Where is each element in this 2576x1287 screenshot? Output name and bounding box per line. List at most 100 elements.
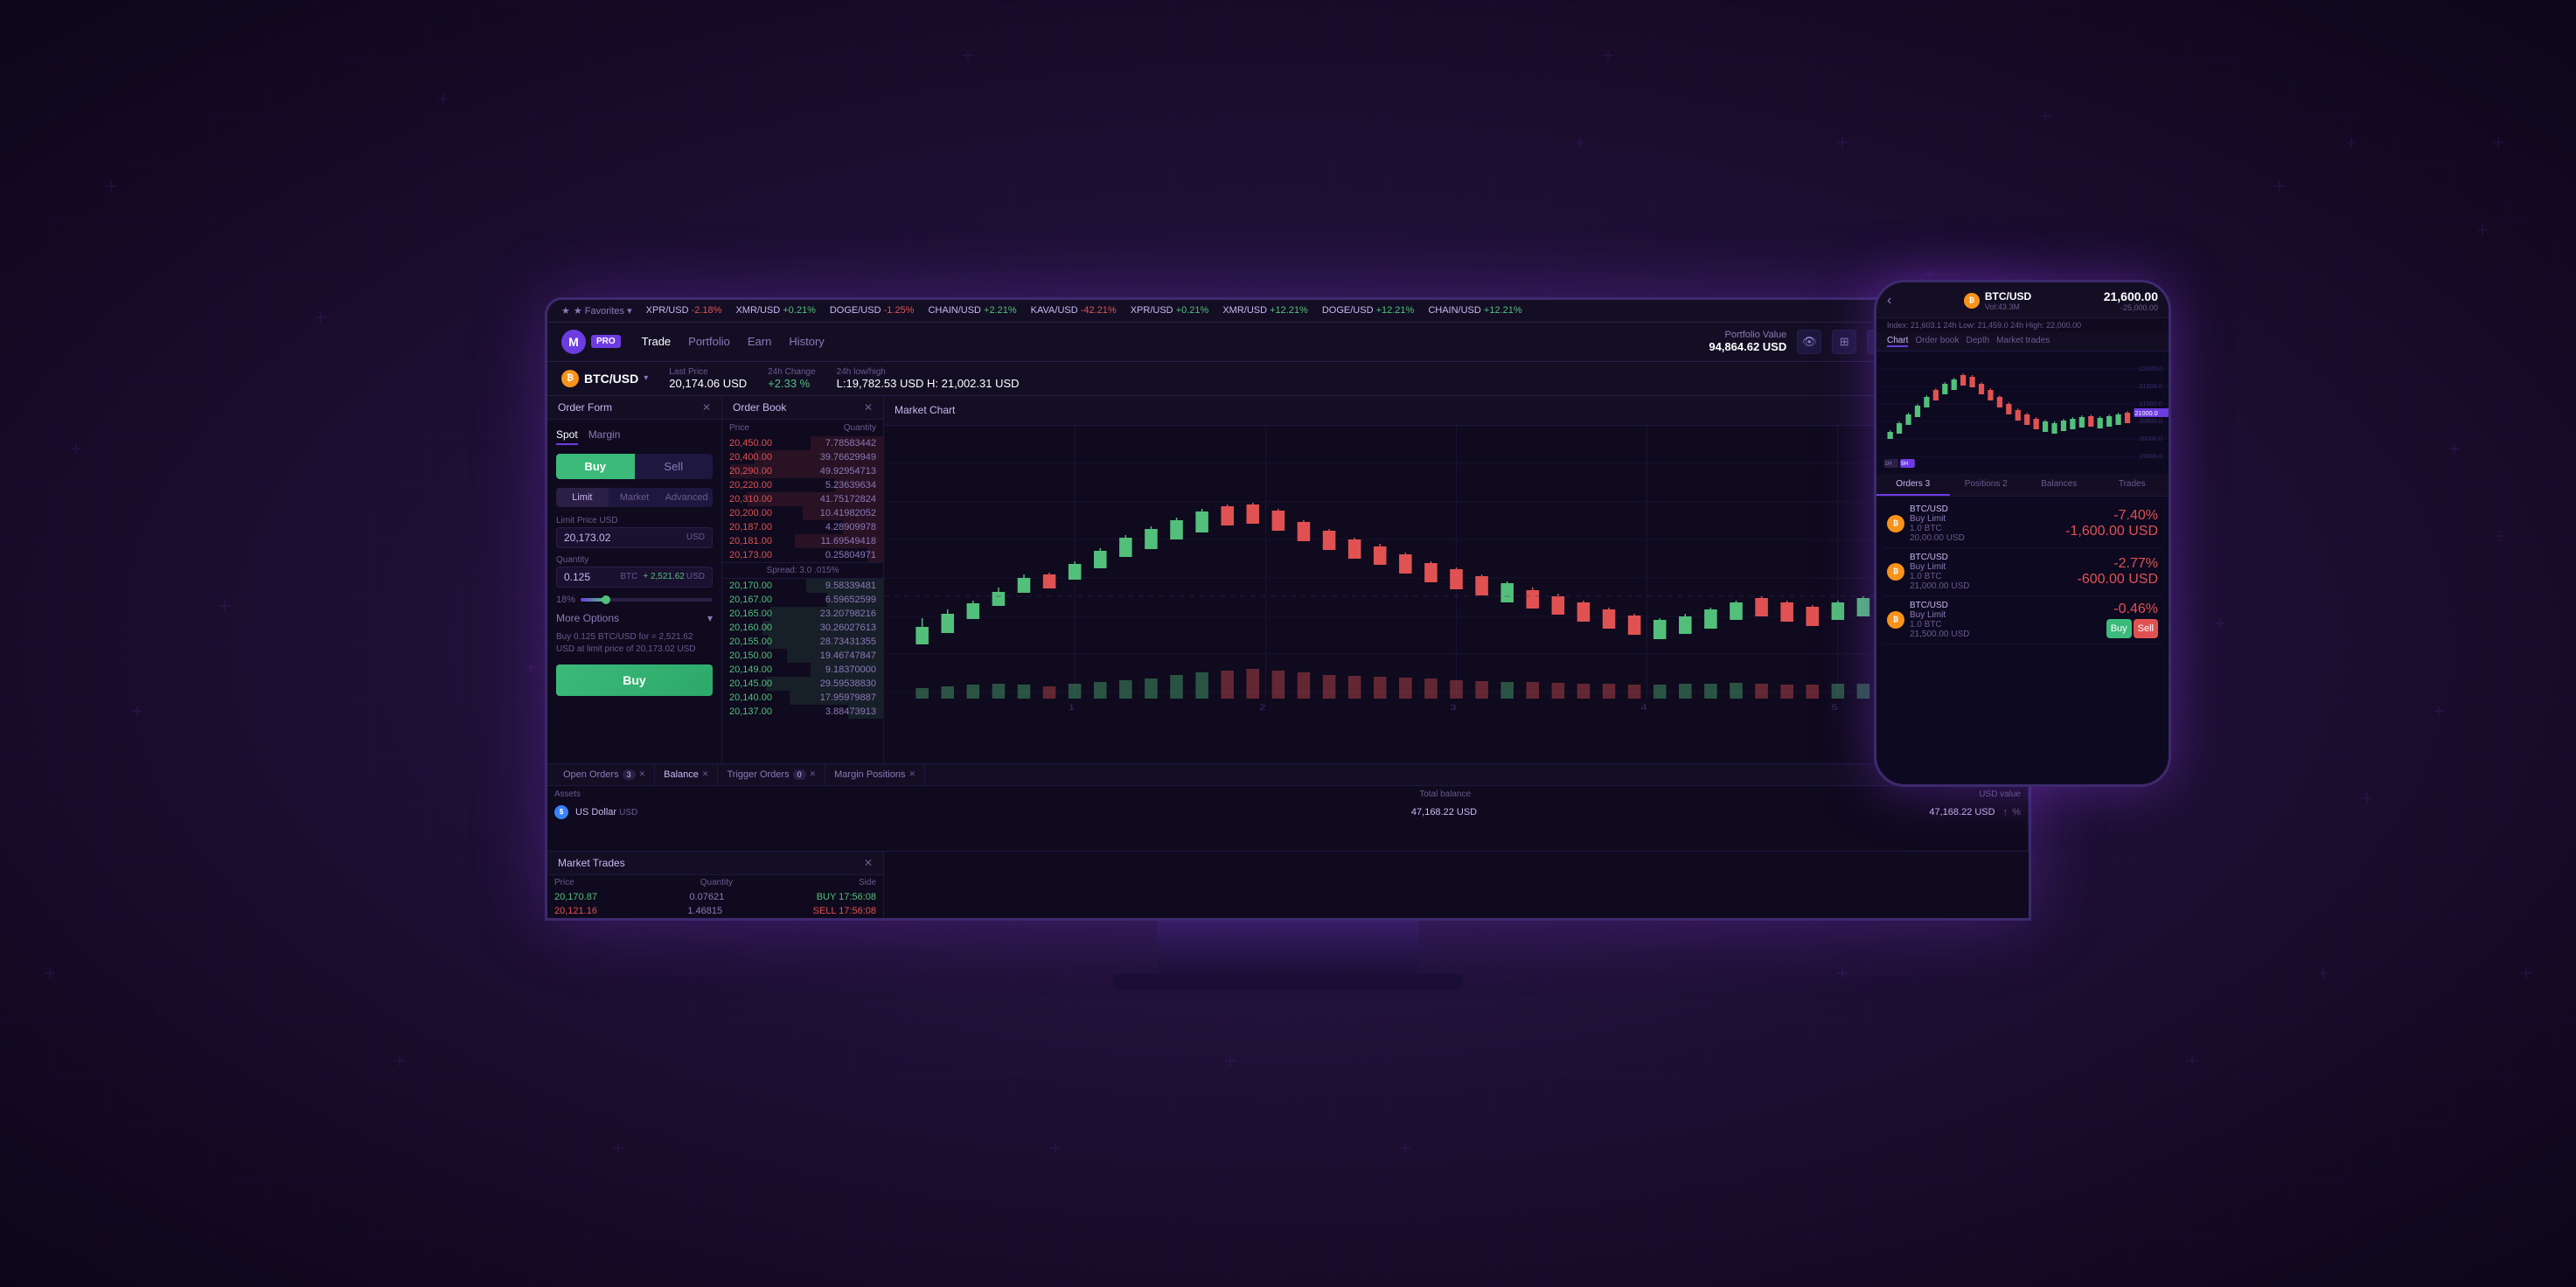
phone-tab-market-trades[interactable]: Market trades <box>1996 336 2050 347</box>
tab-advanced[interactable]: Advanced <box>660 488 713 507</box>
ticker-item-chain[interactable]: CHAIN/USD +2.21% <box>928 305 1016 316</box>
phone-tab-chart[interactable]: Chart <box>1887 336 1908 347</box>
phone-chart-area: 22000.0 21500.0 21000.0 20500.0 20000.0 … <box>1876 351 2169 474</box>
instrument-chevron-icon: ▾ <box>644 373 648 383</box>
monitor-base <box>1113 973 1463 991</box>
balance-up-arrow[interactable]: ↑ <box>2003 807 2009 817</box>
svg-text:20000.0: 20000.0 <box>2140 435 2162 442</box>
phone-order-price-1: -7.40% -1,600.00 USD <box>2065 508 2158 539</box>
bottom-panel-main: Open Orders 3 ✕ Balance ✕ Trigger Orders… <box>547 764 2029 851</box>
market-trades-headers: Price Quantity Side <box>554 875 876 890</box>
balance-percent-icon[interactable]: % <box>2012 807 2021 817</box>
svg-text:20500.0: 20500.0 <box>2140 418 2162 425</box>
buy-tab[interactable]: Buy <box>556 454 635 479</box>
open-orders-close-icon[interactable]: ✕ <box>639 769 646 779</box>
phone-order-coin-1: ₿ <box>1887 515 1904 532</box>
bid-row: 20,167.006.59652599 <box>722 593 883 607</box>
monitor-screen: ★ ★ Favorites ▾ XPR/USD -2.18% XMR/USD +… <box>547 300 2029 918</box>
bid-row: 20,155.0028.73431355 <box>722 635 883 649</box>
nav-history[interactable]: History <box>789 335 824 348</box>
balance-close-icon[interactable]: ✕ <box>702 769 709 779</box>
ask-row: 20,200.0010.41982052 <box>722 506 883 520</box>
phone-tab-orders[interactable]: Orders 3 <box>1876 474 1950 496</box>
market-chart-header: Market Chart ⊕ ✏ 🏷 Indicators ✕ <box>884 396 2029 426</box>
ticker-item-chain2[interactable]: CHAIN/USD +12.21% <box>1428 305 1521 316</box>
more-options-row[interactable]: More Options ▾ <box>556 612 713 624</box>
market-trades-close-icon[interactable]: ✕ <box>864 857 873 869</box>
tab-market[interactable]: Market <box>609 488 661 507</box>
order-book-close-icon[interactable]: ✕ <box>864 401 873 414</box>
ask-row: 20,310.0041.75172824 <box>722 492 883 506</box>
phone-buy-button[interactable]: Buy <box>2106 619 2132 638</box>
phone-instrument: ₿ BTC/USD Vol:43.3M <box>1964 290 2031 311</box>
chart-area: 23000.0 22500.0 22000.0 21500.0 21000.0 … <box>884 426 2029 732</box>
order-book-title: Order Book <box>733 401 786 414</box>
tab-open-orders[interactable]: Open Orders 3 ✕ <box>554 764 655 785</box>
phone-tab-balances[interactable]: Balances <box>2023 474 2096 496</box>
svg-text:1: 1 <box>1069 703 1075 712</box>
svg-text:4: 4 <box>1640 703 1647 712</box>
trigger-orders-close-icon[interactable]: ✕ <box>810 769 817 779</box>
phone-tab-depth[interactable]: Depth <box>1966 336 1989 347</box>
balance-column-headers: Assets Total balance USD value <box>554 786 2021 803</box>
grid-icon[interactable]: ⊞ <box>1832 330 1856 354</box>
phone-order-2: ₿ BTC/USD Buy Limit 1.0 BTC 21,000.00 US… <box>1883 548 2162 596</box>
bid-row: 20,170.009.58339481 <box>722 579 883 593</box>
phone-order-details-2: BTC/USD Buy Limit 1.0 BTC 21,000.00 USD <box>1910 553 2072 591</box>
eye-icon[interactable]: 👁 <box>1797 330 1821 354</box>
tab-margin[interactable]: Margin <box>588 428 621 445</box>
ticker-item-kava[interactable]: KAVA/USD -42.21% <box>1031 305 1117 316</box>
phone-order-details-3: BTC/USD Buy Limit 1.0 BTC 21,500.00 USD <box>1910 601 2101 639</box>
ticker-item-xpr[interactable]: XPR/USD -2.18% <box>646 305 722 316</box>
phone-order-coin-2: ₿ <box>1887 563 1904 581</box>
limit-price-field: Limit Price USD 20,173.02 USD <box>556 516 713 548</box>
nav-trade[interactable]: Trade <box>642 335 671 348</box>
price-info: Last Price 20,174.06 USD 24h Change +2.3… <box>669 367 1019 390</box>
phone-sell-button[interactable]: Sell <box>2134 619 2158 638</box>
ticker-item-xmr2[interactable]: XMR/USD +12.21% <box>1222 305 1308 316</box>
buy-sell-tabs: Buy Sell <box>556 454 713 479</box>
ask-row: 20,290.0049.92954713 <box>722 464 883 478</box>
phone-tab-trades[interactable]: Trades <box>2096 474 2169 496</box>
phone-tab-positions[interactable]: Positions 2 <box>1950 474 2023 496</box>
favorites-dropdown[interactable]: ★ ★ Favorites ▾ <box>561 305 632 317</box>
order-form-close-icon[interactable]: ✕ <box>702 401 711 414</box>
tab-spot[interactable]: Spot <box>556 428 578 445</box>
leverage-row: 18% <box>556 595 713 605</box>
price-range: 24h low/high L:19,782.53 USD H: 21,002.3… <box>837 367 1020 390</box>
header-nav: M PRO Trade Portfolio Earn History <box>547 323 2029 362</box>
bid-row: 20,137.003.88473913 <box>722 705 883 719</box>
ticker-item-doge2[interactable]: DOGE/USD +12.21% <box>1322 305 1414 316</box>
tab-margin-positions[interactable]: Margin Positions ✕ <box>825 764 925 785</box>
phone-orders-list: ₿ BTC/USD Buy Limit 1.0 BTC 20,00.00 USD… <box>1876 497 2169 648</box>
limit-price-input[interactable]: 20,173.02 USD <box>556 527 713 548</box>
order-book-asks: 20,450.007.78583442 20,400.0039.76629949… <box>722 436 883 562</box>
tab-trigger-orders[interactable]: Trigger Orders 0 ✕ <box>718 764 825 785</box>
phone-tab-orderbook[interactable]: Order book <box>1915 336 1959 347</box>
market-chart-panel: Market Chart ⊕ ✏ 🏷 Indicators ✕ <box>884 396 2029 763</box>
tab-balance[interactable]: Balance ✕ <box>655 764 718 785</box>
buy-button[interactable]: Buy <box>556 664 713 696</box>
ticker-item-xpr2[interactable]: XPR/USD +0.21% <box>1131 305 1209 316</box>
instrument-selector[interactable]: ₿ BTC/USD ▾ <box>561 370 648 387</box>
ob-column-headers: Price Quantity <box>722 420 883 436</box>
phone-back-button[interactable]: ‹ <box>1887 293 1891 309</box>
ticker-item-xmr[interactable]: XMR/USD +0.21% <box>735 305 815 316</box>
bid-row: 20,165.0023.20798216 <box>722 607 883 621</box>
phone-order-details-1: BTC/USD Buy Limit 1.0 BTC 20,00.00 USD <box>1910 504 2060 543</box>
margin-positions-close-icon[interactable]: ✕ <box>909 769 916 779</box>
sell-tab[interactable]: Sell <box>635 454 714 479</box>
nav-portfolio[interactable]: Portfolio <box>688 335 730 348</box>
market-trades-section: Market Trades ✕ Price Quantity Side <box>547 851 2029 918</box>
ask-row: 20,173.000.25804971 <box>722 548 883 562</box>
leverage-bar[interactable] <box>581 598 713 602</box>
ticker-item-doge[interactable]: DOGE/USD -1.25% <box>830 305 915 316</box>
quantity-input[interactable]: 0.125 BTC + 2,521.62 USD <box>556 567 713 588</box>
monitor-stand <box>1157 921 1419 973</box>
nav-left: M PRO Trade Portfolio Earn History <box>561 330 825 354</box>
phone-order-1: ₿ BTC/USD Buy Limit 1.0 BTC 20,00.00 USD… <box>1883 500 2162 548</box>
bottom-panels: Open Orders 3 ✕ Balance ✕ Trigger Orders… <box>547 763 2029 851</box>
nav-earn[interactable]: Earn <box>748 335 771 348</box>
tab-limit[interactable]: Limit <box>556 488 609 507</box>
phone-order-coin-3: ₿ <box>1887 611 1904 629</box>
